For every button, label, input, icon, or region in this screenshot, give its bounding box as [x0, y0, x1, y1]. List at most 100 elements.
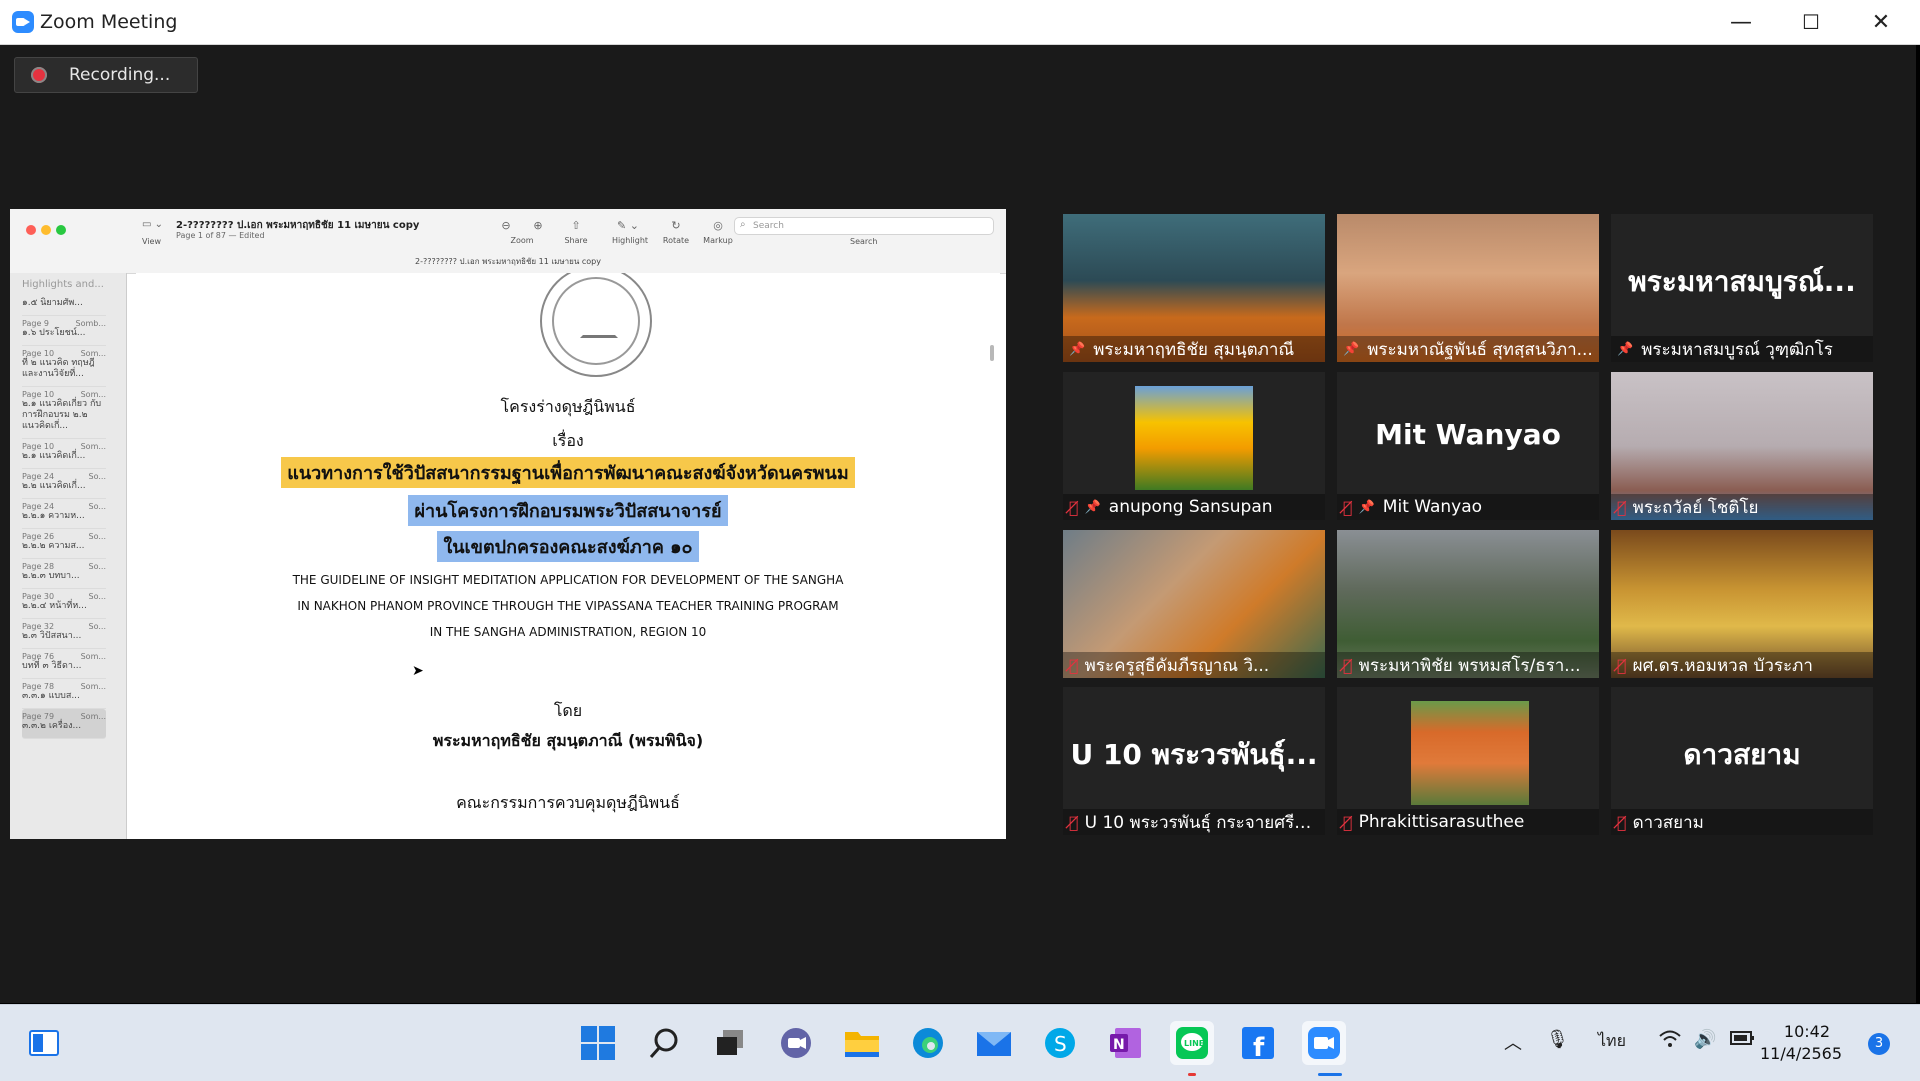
- file-explorer-icon[interactable]: [840, 1021, 884, 1065]
- highlight-icon[interactable]: ✎ ⌄: [608, 219, 648, 232]
- chat-icon[interactable]: [774, 1021, 818, 1065]
- sidebar-toggle-icon[interactable]: ▭ ⌄: [142, 219, 163, 230]
- document-scrollbar[interactable]: [990, 345, 994, 361]
- mail-icon[interactable]: [972, 1021, 1016, 1065]
- task-view-icon[interactable]: [708, 1021, 752, 1065]
- participant-label: 📌 พระมหาสมบูรณ์ วุฑฺฒิกโร: [1611, 336, 1873, 362]
- document-subtitle: Page 1 of 87 — Edited: [176, 231, 265, 240]
- highlight-text: ๒.๒ แนวคิดเกี่...: [22, 481, 86, 491]
- highlight-page: Page 10: [22, 390, 55, 399]
- participant-tile[interactable]: 📌 พระมหาณัฐพันธ์ สุทสฺสนวิภา...: [1337, 214, 1599, 362]
- battery-icon[interactable]: [1730, 1029, 1756, 1052]
- pin-icon: 📌: [1358, 499, 1375, 515]
- highlight-text: ๓.๓.๑ แบบส...: [22, 691, 80, 701]
- zoom-in-icon[interactable]: ⊕: [518, 219, 558, 232]
- zoom-icon[interactable]: [1302, 1021, 1346, 1065]
- sidebar-highlight-item[interactable]: Page 10 Som... ที่ ๒ แนวคิด ทฤษฎี และงานวิ…: [22, 346, 106, 387]
- sidebar-highlight-item[interactable]: Page 24 So... ๒.๒.๑ ความห...: [22, 499, 106, 529]
- participant-tile[interactable]: 🎙̸ พระถวัลย์ โชติโย: [1611, 372, 1873, 520]
- minimize-button[interactable]: —: [1706, 0, 1776, 44]
- skype-icon[interactable]: S: [1038, 1021, 1082, 1065]
- widgets-icon[interactable]: [22, 1021, 66, 1065]
- zoom-dot-icon[interactable]: [56, 225, 66, 235]
- search-icon[interactable]: [642, 1021, 686, 1065]
- mic-muted-icon: 🎙̸: [1617, 655, 1627, 675]
- participant-label: 📌 พระมหาฤทธิชัย สุมนฺตภาณี: [1063, 336, 1325, 362]
- pin-icon: 📌: [1069, 341, 1086, 357]
- participant-tile[interactable]: 🎙̸ พระครูสุธีคัมภีรญาณ วิ...: [1063, 530, 1325, 678]
- sidebar-highlight-item[interactable]: Page 26 So... ๒.๒.๒ ความส...: [22, 529, 106, 559]
- highlight-page: Page 78: [22, 682, 55, 691]
- wifi-icon[interactable]: [1658, 1029, 1682, 1054]
- edge-icon[interactable]: [906, 1021, 950, 1065]
- highlight-author: Som...: [80, 442, 106, 451]
- highlight-text: ๑.๖ ประโยชน์...: [22, 328, 86, 338]
- sidebar-highlight-item[interactable]: Page 76 Som... บทที่ ๓ วิธีดา...: [22, 649, 106, 679]
- participant-name: anupong Sansupan: [1108, 497, 1273, 517]
- microphone-icon[interactable]: 🎙: [1546, 1029, 1569, 1050]
- highlighted-heading-1[interactable]: แนวทางการใช้วิปัสสนากรรมฐานเพื่อการพัฒนา…: [281, 457, 855, 488]
- close-dot-icon[interactable]: [26, 225, 36, 235]
- participant-label: 🎙̸ Phrakittisarasuthee: [1337, 809, 1599, 835]
- sidebar-highlight-item[interactable]: Page 78 Som... ๓.๓.๑ แบบส...: [22, 679, 106, 709]
- participant-tile[interactable]: 🎙̸ ผศ.ดร.หอมหวล บัวระภา: [1611, 530, 1873, 678]
- sidebar-highlight-item[interactable]: Page 9 Somb... ๑.๖ ประโยชน์...: [22, 316, 106, 346]
- line-icon[interactable]: LINE: [1170, 1021, 1214, 1065]
- start-icon[interactable]: [576, 1021, 620, 1065]
- share-icon[interactable]: ⇧: [556, 219, 596, 232]
- participant-tile[interactable]: พระมหาสมบูรณ์... 📌 พระมหาสมบูรณ์ วุฑฺฒิกโร: [1611, 214, 1873, 362]
- highlight-page: Page 32: [22, 622, 55, 631]
- volume-icon[interactable]: 🔊: [1694, 1029, 1716, 1050]
- facebook-icon[interactable]: f: [1236, 1021, 1280, 1065]
- sidebar-highlight-item[interactable]: Page 10 Som... ๒.๑ แนวคิดเกี่ยว กับการฝึกอ…: [22, 387, 106, 439]
- shared-screen[interactable]: ▭ ⌄ View 2-???????? ป.เอก พระมหาฤทธิชัย …: [10, 209, 1006, 839]
- input-language[interactable]: ไทย: [1598, 1029, 1626, 1054]
- highlight-author: So...: [88, 502, 106, 511]
- show-hidden-icons-icon[interactable]: ︿: [1504, 1029, 1522, 1055]
- clock-date: 11/4/2565: [1760, 1044, 1843, 1063]
- minimize-dot-icon[interactable]: [41, 225, 51, 235]
- recording-indicator[interactable]: Recording...: [14, 57, 198, 93]
- mic-muted-icon: 🎙̸: [1343, 655, 1353, 675]
- sidebar-highlight-item[interactable]: Page 24 So... ๒.๒ แนวคิดเกี่...: [22, 469, 106, 499]
- mouse-cursor-icon: ➤: [412, 663, 424, 679]
- rotate-icon[interactable]: ↻: [656, 219, 696, 232]
- participant-display-name: พระมหาสมบูรณ์...: [1628, 265, 1856, 298]
- notification-badge[interactable]: 3: [1868, 1033, 1890, 1055]
- mic-muted-icon: 🎙̸: [1069, 812, 1079, 832]
- maximize-button[interactable]: ☐: [1776, 0, 1846, 44]
- participant-tile[interactable]: U 10 พระวรพันธุ์... 🎙̸ U 10 พระวรพันธุ์ กร…: [1063, 687, 1325, 835]
- clock-time: 10:42: [1783, 1022, 1830, 1041]
- participant-tile[interactable]: Mit Wanyao 🎙̸ 📌 Mit Wanyao: [1337, 372, 1599, 520]
- sidebar-highlight-item[interactable]: Page 32 So... ๒.๓ วิปัสสนา...: [22, 619, 106, 649]
- sidebar-highlight-item[interactable]: Page 79 Som... ๓.๓.๒ เครื่อง...: [22, 709, 106, 739]
- taskbar-clock[interactable]: 10:42 11/4/2565: [1760, 1021, 1843, 1065]
- highlight-text: ๒.๑ แนวคิดเกี่ยว กับการฝึกอบรม ๒.๒ แนวคิ…: [22, 399, 102, 431]
- onenote-icon[interactable]: N: [1104, 1021, 1148, 1065]
- doc-heading-1: แนวทางการใช้วิปัสสนากรรมฐานเพื่อการพัฒนา…: [136, 457, 1000, 488]
- sidebar-highlight-item[interactable]: Page 28 So... ๒.๒.๓ บทบา...: [22, 559, 106, 589]
- highlight-text: ๒.๒.๒ ความส...: [22, 541, 85, 551]
- highlight-text: ๓.๓.๒ เครื่อง...: [22, 721, 82, 731]
- highlight-text: ๒.๓ วิปัสสนา...: [22, 631, 82, 641]
- participant-tile[interactable]: 📌 พระมหาฤทธิชัย สุมนฺตภาณี: [1063, 214, 1325, 362]
- participant-tile[interactable]: ดาวสยาม 🎙̸ ดาวสยาม: [1611, 687, 1873, 835]
- participant-tile[interactable]: 🎙̸ พระมหาพิชัย พรหมสโร/ธรา...: [1337, 530, 1599, 678]
- highlight-page: Page 24: [22, 472, 55, 481]
- highlighted-heading-3[interactable]: ในเขตปกครองคณะสงฆ์ภาค ๑๐: [437, 531, 699, 562]
- markup-icon[interactable]: ◎: [698, 219, 738, 232]
- participant-tile[interactable]: 🎙̸ 📌 anupong Sansupan: [1063, 372, 1325, 520]
- participant-label: 🎙̸ ดาวสยาม: [1611, 809, 1873, 835]
- document-search-input[interactable]: Search: [734, 217, 994, 235]
- highlight-page: Page 28: [22, 562, 55, 571]
- highlight-author: So...: [88, 622, 106, 631]
- participant-name: ผศ.ดร.หอมหวล บัวระภา: [1632, 655, 1813, 676]
- participant-tile[interactable]: 🎙̸ Phrakittisarasuthee: [1337, 687, 1599, 835]
- highlighted-heading-2[interactable]: ผ่านโครงการฝึกอบรมพระวิปัสสนาจารย์: [408, 495, 728, 526]
- sidebar-highlight-item[interactable]: Page 10 Som... ๒.๑ แนวคิดเกี่...: [22, 439, 106, 469]
- sidebar-highlight-item[interactable]: ๑.๕ นิยามศัพ...: [22, 295, 106, 316]
- sidebar-highlight-item[interactable]: Page 30 So... ๒.๒.๔ หน้าที่ห...: [22, 589, 106, 619]
- close-button[interactable]: ✕: [1846, 0, 1916, 44]
- meeting-area: Recording... ▭ ⌄ View 2-???????? ป.เอก พ…: [0, 45, 1916, 1003]
- participant-name: พระครูสุธีคัมภีรญาณ วิ...: [1084, 655, 1270, 676]
